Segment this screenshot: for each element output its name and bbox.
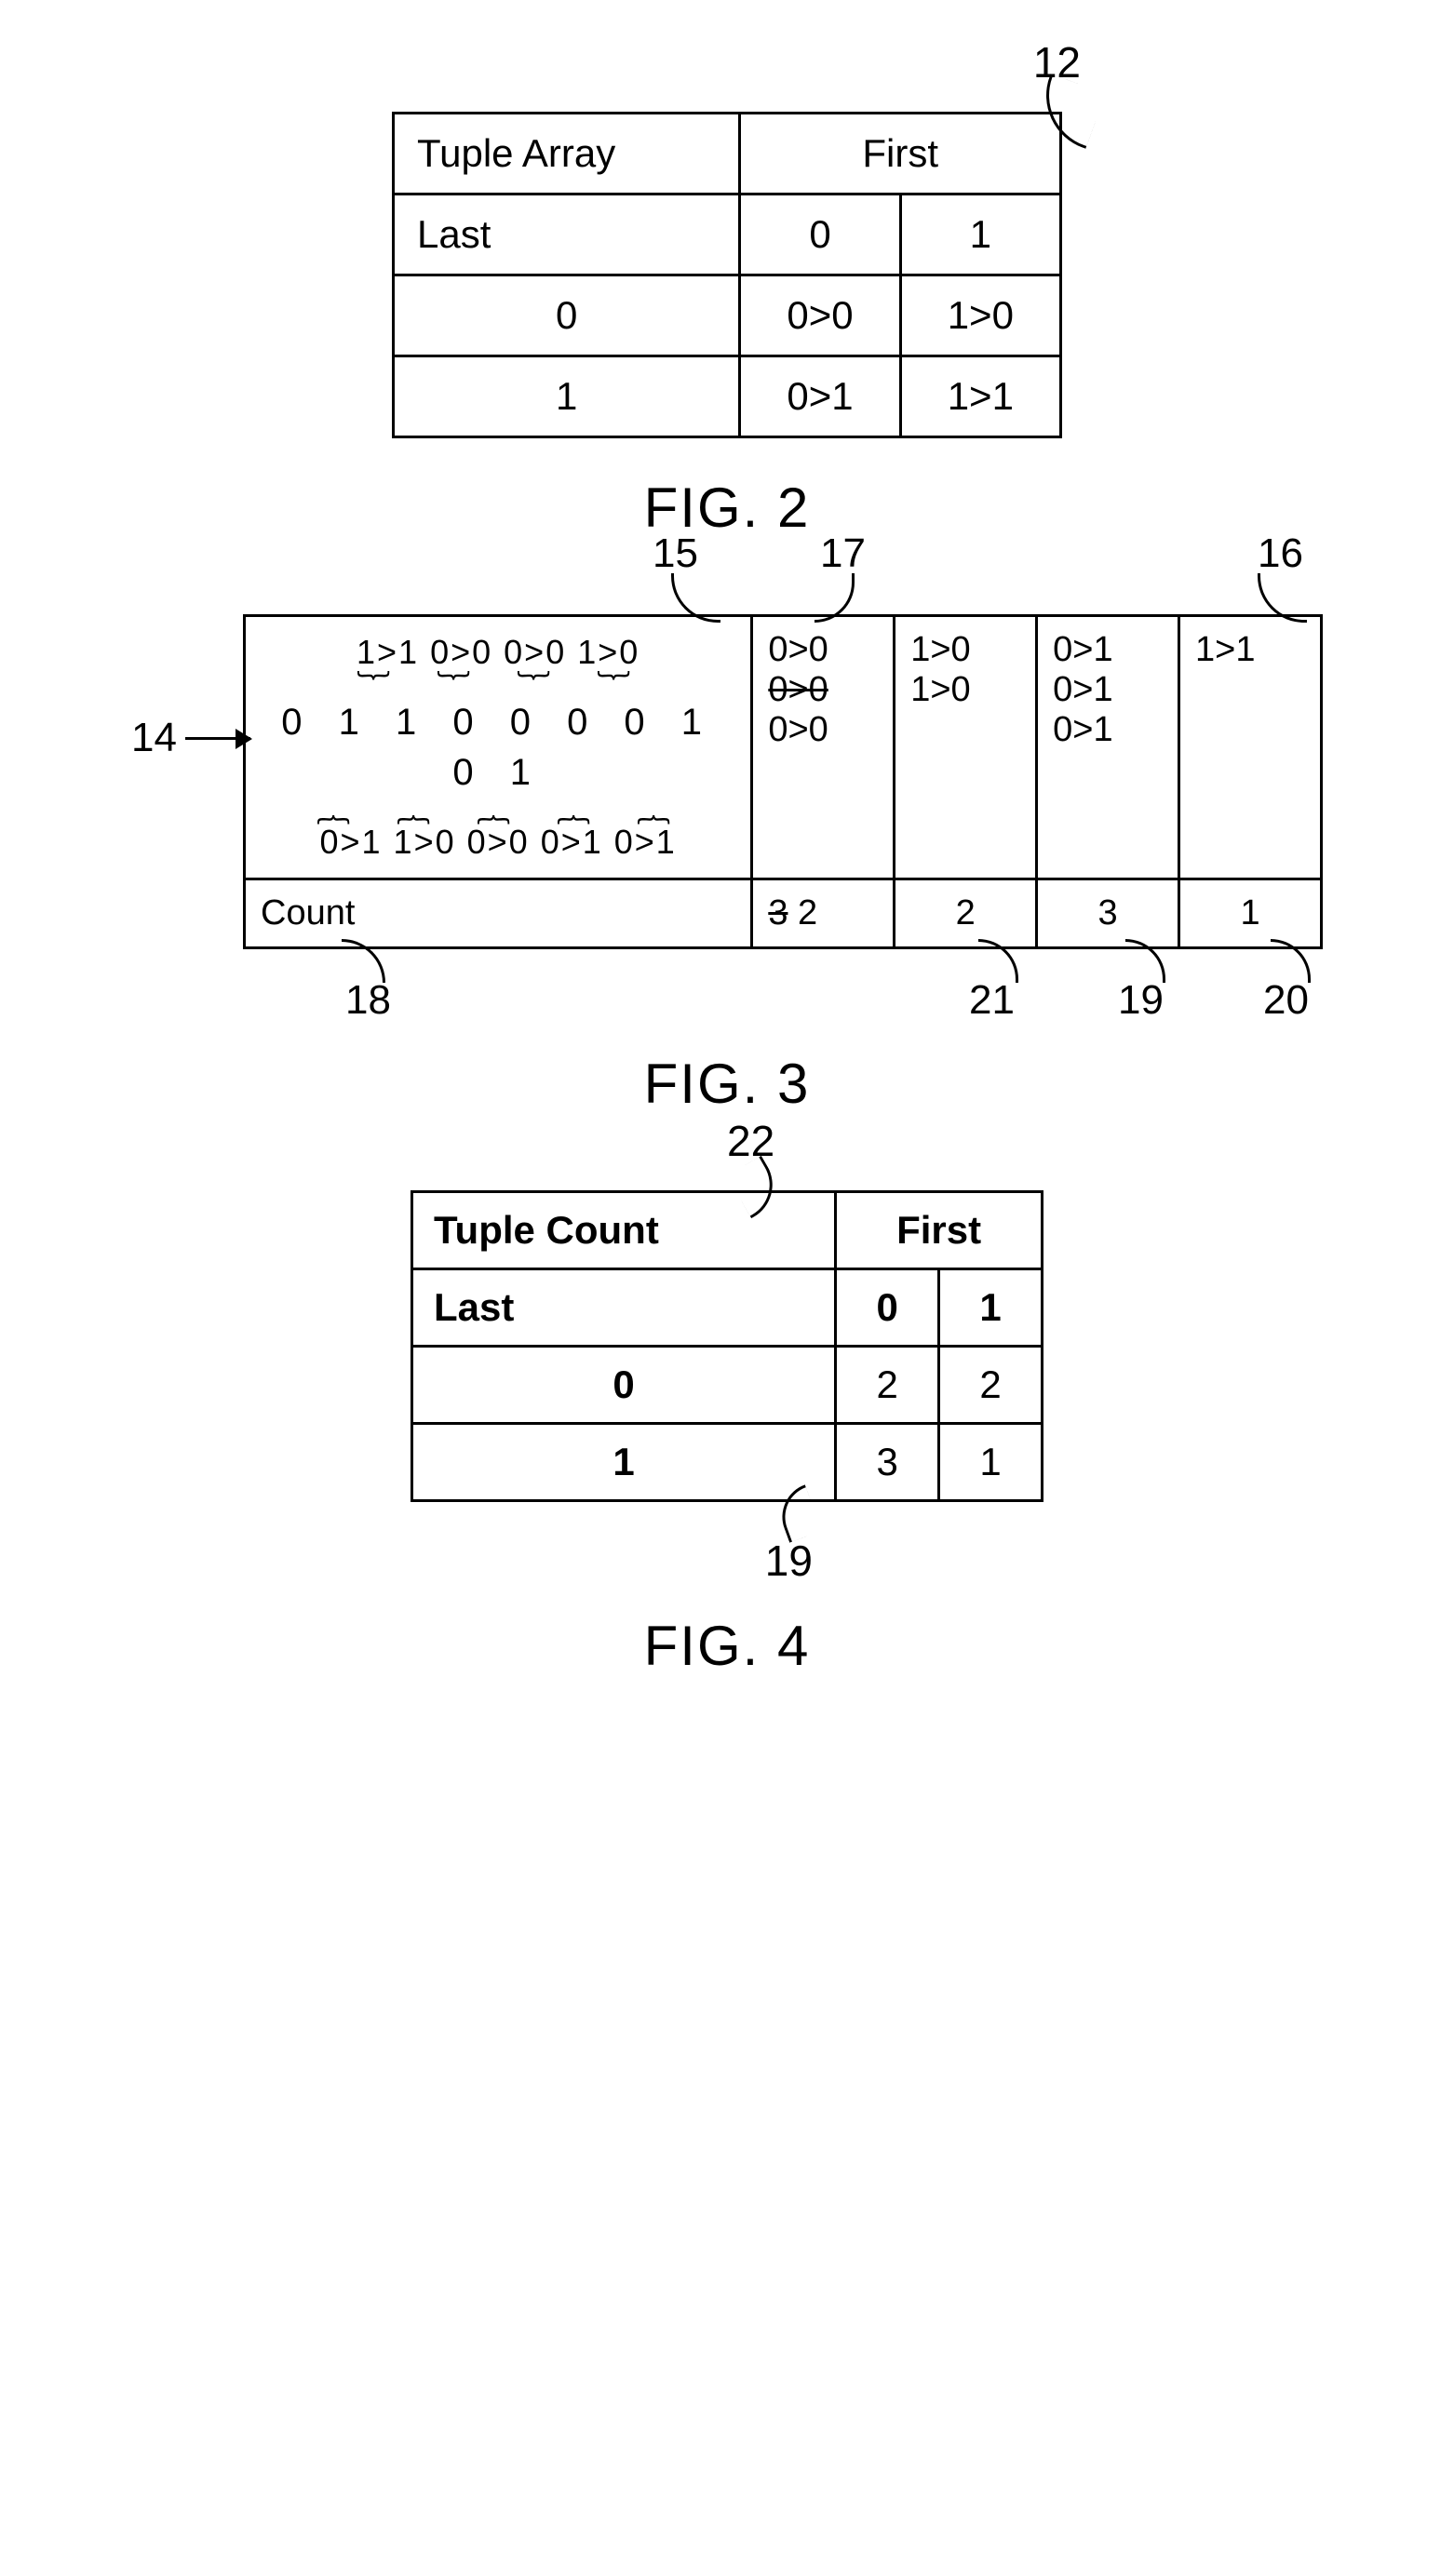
- ref-19-bottom: 19: [765, 1536, 813, 1586]
- fig3-table: 1>1 0>0 0>0 1>0 ︷ ︷ ︷ ︷ 0 1 1 0 0 0 0 1 …: [243, 614, 1323, 949]
- col-header-0: 0: [740, 195, 900, 275]
- last-header: Last: [394, 195, 740, 275]
- lead-14: [185, 737, 250, 740]
- ref-14: 14: [131, 715, 177, 761]
- col-01-i0: 0>1: [1053, 670, 1163, 710]
- figure-4: 22 Tuple Count First Last 0 1 0 2 2 1: [0, 1190, 1454, 1678]
- tuple-array-table: Tuple Array First Last 0 1 0 0>0 1>0 1 0…: [392, 112, 1062, 438]
- col-10-hdr: 1>0: [910, 630, 1020, 670]
- cell-11: 1>1: [900, 356, 1060, 437]
- count-00-val: 2: [798, 893, 817, 932]
- col-10-i0: 1>0: [910, 670, 1020, 710]
- brace-up-row: ︷ ︷ ︷ ︷: [261, 676, 735, 696]
- ref-17: 17: [820, 530, 866, 577]
- col-00-hdr: 0>0: [768, 630, 878, 670]
- ref-22: 22: [727, 1116, 774, 1166]
- first-header: First: [740, 114, 1061, 195]
- col-00-struck: 0>0: [768, 670, 878, 710]
- brace-down-row: ︷ ︷ ︷ ︷ ︷: [261, 799, 735, 820]
- col-01-hdr: 0>1: [1053, 630, 1163, 670]
- f4-cell-10: 3: [836, 1424, 939, 1501]
- col-header-1: 1: [900, 195, 1060, 275]
- col-00: 0>0 0>0 0>0: [752, 616, 895, 879]
- f4-cell-00: 2: [836, 1347, 939, 1424]
- count-11: 1: [1179, 879, 1322, 948]
- ref-19: 19: [1118, 977, 1164, 1024]
- ref-12: 12: [1033, 37, 1081, 87]
- f4-cell-01: 2: [939, 1347, 1043, 1424]
- ref-21: 21: [969, 977, 1015, 1024]
- figure-3-area: 15 17 16 14 18 21 19 20 1>1 0>0 0>0 1: [243, 614, 1323, 949]
- ref-16: 16: [1258, 530, 1303, 577]
- f4-cell-11: 1: [939, 1424, 1043, 1501]
- count-01: 3: [1037, 879, 1179, 948]
- ref-20: 20: [1263, 977, 1309, 1024]
- col-11: 1>1: [1179, 616, 1322, 879]
- cell-10: 0>1: [740, 356, 900, 437]
- count-00: 3 2: [752, 879, 895, 948]
- figure-3: 15 17 16 14 18 21 19 20 1>1 0>0 0>0 1: [0, 614, 1454, 1116]
- tuple-count-title: Tuple Count: [412, 1192, 836, 1269]
- f4-row1-label: 1: [412, 1424, 836, 1501]
- cell-00: 0>0: [740, 275, 900, 356]
- col-01-i1: 0>1: [1053, 710, 1163, 750]
- bit-digits: 0 1 1 0 0 0 0 1 0 1: [261, 697, 735, 798]
- bits-block: 1>1 0>0 0>0 1>0 ︷ ︷ ︷ ︷ 0 1 1 0 0 0 0 1 …: [261, 630, 735, 865]
- col-01: 0>1 0>1 0>1: [1037, 616, 1179, 879]
- cell-01: 1>0: [900, 275, 1060, 356]
- figure-3-caption: FIG. 3: [644, 1052, 811, 1116]
- f4-col1: 1: [939, 1269, 1043, 1347]
- figure-4-area: 22 Tuple Count First Last 0 1 0 2 2 1: [411, 1190, 1043, 1502]
- col-10: 1>0 1>0: [895, 616, 1037, 879]
- f4-first: First: [836, 1192, 1043, 1269]
- figure-2: 12 Tuple Array First Last 0 1 0 0>0 1>0: [0, 112, 1454, 540]
- figure-2-area: 12 Tuple Array First Last 0 1 0 0>0 1>0: [392, 112, 1062, 438]
- f4-last: Last: [412, 1269, 836, 1347]
- col-11-hdr: 1>1: [1195, 630, 1305, 670]
- tuple-array-title: Tuple Array: [394, 114, 740, 195]
- count-00-struck: 3: [768, 893, 788, 932]
- tuple-count-table: Tuple Count First Last 0 1 0 2 2 1 3 1: [411, 1190, 1043, 1502]
- figure-4-caption: FIG. 4: [644, 1614, 811, 1678]
- f4-col0: 0: [836, 1269, 939, 1347]
- row-label-1: 1: [394, 356, 740, 437]
- bits-cell: 1>1 0>0 0>0 1>0 ︷ ︷ ︷ ︷ 0 1 1 0 0 0 0 1 …: [245, 616, 752, 879]
- f4-row0-label: 0: [412, 1347, 836, 1424]
- col-00-i1: 0>0: [768, 710, 878, 750]
- row-label-0: 0: [394, 275, 740, 356]
- count-10: 2: [895, 879, 1037, 948]
- count-label: Count: [245, 879, 752, 948]
- bottom-tuples: 0>1 1>0 0>0 0>1 0>1: [261, 820, 735, 865]
- ref-18: 18: [345, 977, 391, 1024]
- ref-15: 15: [653, 530, 698, 577]
- page: 12 Tuple Array First Last 0 1 0 0>0 1>0: [0, 0, 1454, 1864]
